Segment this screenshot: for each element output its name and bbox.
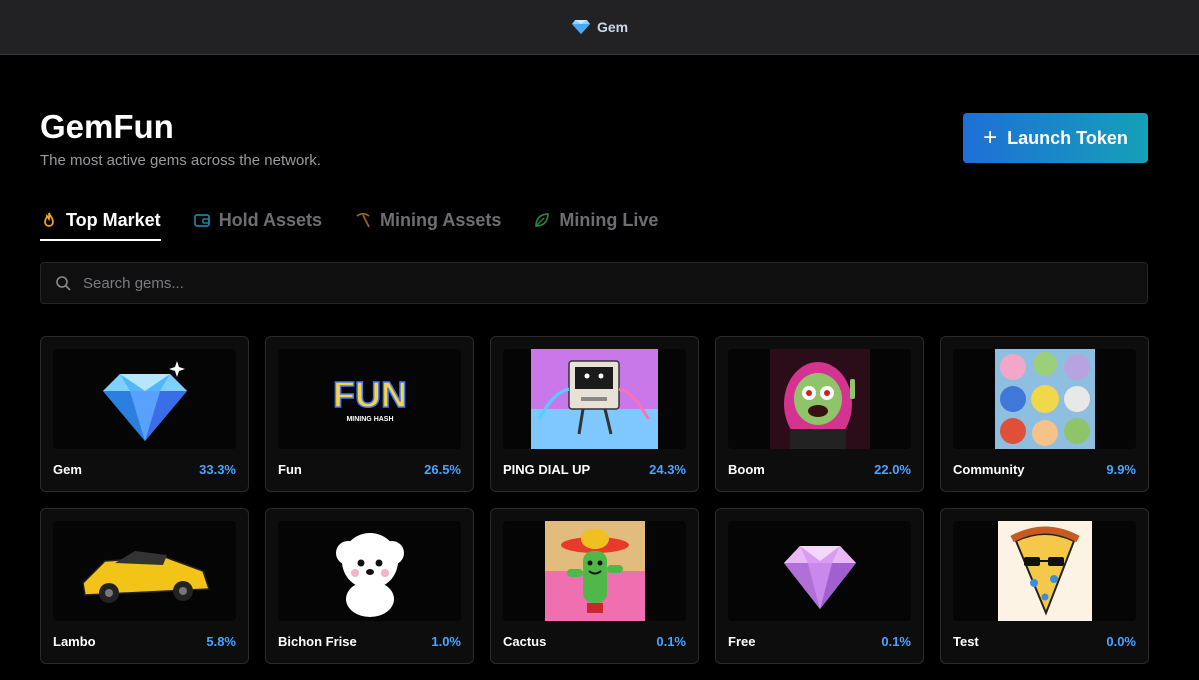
gem-name: Test — [953, 634, 979, 649]
gem-name: Cactus — [503, 634, 547, 649]
diamond-image — [102, 361, 187, 441]
tab-label: Mining Live — [559, 209, 659, 230]
gem-thumbnail — [953, 349, 1136, 449]
gem-thumbnail — [53, 349, 236, 449]
gem-percent: 24.3% — [649, 462, 686, 477]
pickaxe-icon — [356, 212, 370, 228]
search-icon — [56, 276, 71, 291]
gem-name: PING DIAL UP — [503, 462, 591, 477]
page-title: GemFun — [40, 108, 174, 145]
white-dog-image — [319, 521, 420, 621]
pizza-slice-image — [997, 521, 1092, 621]
gem-thumbnail — [953, 521, 1136, 621]
gem-card-free[interactable]: Free 0.1% — [715, 508, 924, 664]
tab-label: Hold Assets — [218, 209, 323, 230]
gem-percent: 33.3% — [199, 462, 236, 477]
gem-name: Gem — [53, 462, 82, 477]
gem-card-gem[interactable]: Gem 33.3% — [40, 336, 249, 492]
tab-bar: Top Market Hold Assets Mining Assets Min… — [40, 207, 658, 241]
wallet-icon — [193, 214, 210, 227]
flame-icon — [44, 212, 54, 227]
pink-diamond-image — [783, 546, 856, 609]
fun-logo-subtext: MINING HASH — [346, 416, 393, 423]
tab-hold-assets[interactable]: Hold Assets — [193, 207, 322, 233]
gem-name: Boom — [728, 462, 765, 477]
page-subtitle: The most active gems across the network. — [40, 152, 321, 169]
launch-token-button[interactable]: + Launch Token — [963, 113, 1148, 163]
gem-name: Bichon Frise — [278, 634, 357, 649]
cactus-sombrero-image — [544, 521, 645, 621]
gem-percent: 0.1% — [881, 634, 911, 649]
search-bar — [40, 262, 1148, 304]
gem-card-community[interactable]: Community 9.9% — [940, 336, 1149, 492]
diamond-icon — [571, 20, 590, 34]
fun-logo-image: FUN MINING HASH — [332, 373, 408, 423]
community-collage-image — [994, 349, 1095, 449]
tab-label: Mining Assets — [380, 209, 502, 230]
gem-thumbnail — [728, 349, 911, 449]
yellow-car-image — [81, 551, 210, 603]
gem-name: Fun — [278, 462, 302, 477]
gem-thumbnail — [278, 521, 461, 621]
gem-percent: 9.9% — [1106, 462, 1136, 477]
gem-card-test[interactable]: Test 0.0% — [940, 508, 1149, 664]
search-input[interactable] — [81, 273, 1085, 293]
gem-card-boom[interactable]: Boom 22.0% — [715, 336, 924, 492]
fun-logo-text: FUN — [333, 374, 407, 415]
gem-card-ping-dial-up[interactable]: PING DIAL UP 24.3% — [490, 336, 699, 492]
tab-mining-live[interactable]: Mining Live — [533, 207, 658, 233]
gem-percent: 22.0% — [874, 462, 911, 477]
launch-token-label: Launch Token — [1007, 127, 1128, 148]
gem-name: Free — [728, 634, 756, 649]
leaf-icon — [535, 213, 550, 227]
gem-card-fun[interactable]: FUN MINING HASH Fun 26.5% — [265, 336, 474, 492]
gem-percent: 5.8% — [206, 634, 236, 649]
top-bar: Gem — [0, 0, 1199, 55]
tab-mining-assets[interactable]: Mining Assets — [354, 207, 501, 233]
zombie-hoodie-image — [769, 349, 870, 449]
gem-grid: Gem 33.3% FUN MINING HASH Fun 26.5% PING… — [40, 336, 1149, 664]
gem-thumbnail — [53, 521, 236, 621]
gem-name: Lambo — [53, 634, 96, 649]
gem-thumbnail: FUN MINING HASH — [278, 349, 461, 449]
brand-name[interactable]: Gem — [597, 19, 628, 35]
gem-card-lambo[interactable]: Lambo 5.8% — [40, 508, 249, 664]
gem-percent: 0.1% — [656, 634, 686, 649]
gem-card-bichon-frise[interactable]: Bichon Frise 1.0% — [265, 508, 474, 664]
tab-top-market[interactable]: Top Market — [40, 207, 161, 241]
gem-percent: 0.0% — [1106, 634, 1136, 649]
computer-mascot-image — [531, 349, 658, 449]
plus-icon: + — [983, 124, 998, 151]
gem-card-cactus[interactable]: Cactus 0.1% — [490, 508, 699, 664]
gem-thumbnail — [728, 521, 911, 621]
gem-thumbnail — [503, 349, 686, 449]
gem-percent: 1.0% — [431, 634, 461, 649]
tab-label: Top Market — [66, 209, 161, 230]
gem-percent: 26.5% — [424, 462, 461, 477]
gem-thumbnail — [503, 521, 686, 621]
gem-name: Community — [953, 462, 1025, 477]
